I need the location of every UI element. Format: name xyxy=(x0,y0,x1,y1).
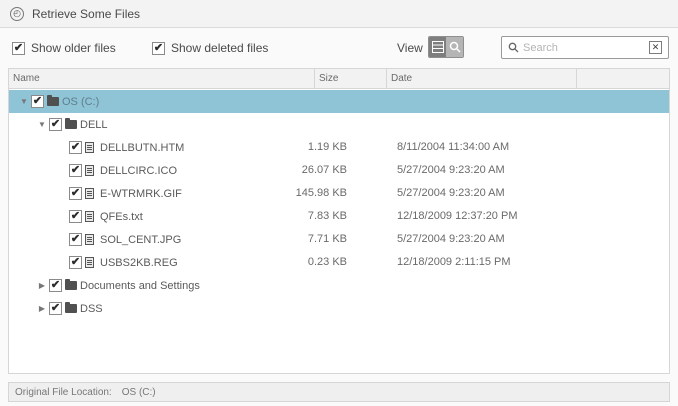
tree-row-folder[interactable]: ▼ ✔ DELL xyxy=(9,113,669,136)
row-date: 5/27/2004 9:23:20 AM xyxy=(397,233,505,245)
expand-toggle-icon[interactable]: ▶ xyxy=(37,304,47,313)
retrieve-files-window: ◴ Retrieve Some Files ✔ Show older files… xyxy=(0,0,678,406)
list-view-icon xyxy=(431,41,444,53)
column-header-empty xyxy=(577,69,669,88)
row-checkbox[interactable]: ✔ xyxy=(69,141,82,154)
file-icon xyxy=(85,165,94,176)
toolbar: ✔ Show older files ✔ Show deleted files … xyxy=(0,28,678,68)
show-older-files-checkbox[interactable]: ✔ xyxy=(12,41,25,55)
search-icon xyxy=(508,42,519,53)
row-checkbox[interactable]: ✔ xyxy=(69,187,82,200)
tree-row-file[interactable]: ✔ DELLCIRC.ICO 26.07 KB 5/27/2004 9:23:2… xyxy=(9,159,669,182)
view-label: View xyxy=(397,41,423,55)
file-icon xyxy=(85,142,94,153)
row-name: E-WTRMRK.GIF xyxy=(100,187,182,200)
row-name: DELLCIRC.ICO xyxy=(100,164,178,177)
tree-row-os-drive[interactable]: ▼ ✔ OS (C:) xyxy=(9,90,669,113)
show-deleted-files-checkbox[interactable]: ✔ xyxy=(152,41,165,55)
tree-row-file[interactable]: ✔ USBS2KB.REG 0.23 KB 12/18/2009 2:11:15… xyxy=(9,251,669,274)
row-size: 145.98 KB xyxy=(295,187,347,199)
file-tree-table: Name Size Date ▼ ✔ OS (C:) ▼ ✔ DELL ✔ DE… xyxy=(8,68,670,374)
tree-row-file[interactable]: ✔ E-WTRMRK.GIF 145.98 KB 5/27/2004 9:23:… xyxy=(9,182,669,205)
row-checkbox[interactable]: ✔ xyxy=(49,118,62,131)
row-name: OS (C:) xyxy=(62,95,100,108)
expand-toggle-icon[interactable]: ▼ xyxy=(19,97,29,106)
row-name: QFEs.txt xyxy=(100,210,143,223)
show-deleted-files-option[interactable]: ✔ Show deleted files xyxy=(152,39,268,57)
status-bar: Original File Location: OS (C:) xyxy=(8,382,670,402)
original-location-label: Original File Location: xyxy=(15,386,112,398)
search-box[interactable]: ✕ xyxy=(501,36,669,59)
folder-icon xyxy=(65,118,77,129)
row-checkbox[interactable]: ✔ xyxy=(69,164,82,177)
row-checkbox[interactable]: ✔ xyxy=(31,95,44,108)
row-date: 8/11/2004 11:34:00 AM xyxy=(397,141,510,153)
tree-row-file[interactable]: ✔ DELLBUTN.HTM 1.19 KB 8/11/2004 11:34:0… xyxy=(9,136,669,159)
list-view-button[interactable] xyxy=(429,37,446,57)
file-icon xyxy=(85,211,94,222)
row-size: 1.19 KB xyxy=(307,141,347,153)
row-checkbox[interactable]: ✔ xyxy=(69,210,82,223)
row-checkbox[interactable]: ✔ xyxy=(69,256,82,269)
file-icon xyxy=(85,257,94,268)
expand-toggle-icon[interactable]: ▼ xyxy=(37,120,47,129)
column-header-size[interactable]: Size xyxy=(315,69,387,88)
folder-icon xyxy=(47,95,59,106)
row-date: 5/27/2004 9:23:20 AM xyxy=(397,164,505,176)
file-icon xyxy=(85,188,94,199)
expand-toggle-icon[interactable]: ▶ xyxy=(37,281,47,290)
row-name: DELL xyxy=(80,118,108,131)
tree-row-file[interactable]: ✔ SOL_CENT.JPG 7.71 KB 5/27/2004 9:23:20… xyxy=(9,228,669,251)
title-bar: ◴ Retrieve Some Files xyxy=(0,0,678,28)
tree-row-folder[interactable]: ▶ ✔ Documents and Settings xyxy=(9,274,669,297)
row-name: Documents and Settings xyxy=(80,279,200,292)
row-size: 26.07 KB xyxy=(301,164,347,176)
original-location-value: OS (C:) xyxy=(121,386,156,398)
row-name: SOL_CENT.JPG xyxy=(100,233,182,246)
row-checkbox[interactable]: ✔ xyxy=(49,302,62,315)
column-header-name[interactable]: Name xyxy=(9,69,315,88)
row-size: 0.23 KB xyxy=(307,256,347,268)
row-checkbox[interactable]: ✔ xyxy=(69,233,82,246)
show-older-files-label: Show older files xyxy=(31,41,116,55)
row-name: DSS xyxy=(80,302,103,315)
show-deleted-files-label: Show deleted files xyxy=(171,41,269,55)
column-header-date[interactable]: Date xyxy=(387,69,577,88)
row-date: 12/18/2009 2:11:15 PM xyxy=(397,256,511,268)
window-title: Retrieve Some Files xyxy=(32,6,141,21)
row-name: USBS2KB.REG xyxy=(100,256,178,269)
row-size: 7.71 KB xyxy=(307,233,347,245)
search-view-button[interactable] xyxy=(446,37,463,57)
row-name: DELLBUTN.HTM xyxy=(100,141,185,154)
search-view-icon xyxy=(449,41,461,53)
table-body: ▼ ✔ OS (C:) ▼ ✔ DELL ✔ DELLBUTN.HTM 1.19… xyxy=(9,90,669,320)
row-size: 7.83 KB xyxy=(307,210,347,222)
table-header: Name Size Date xyxy=(9,69,669,89)
view-mode-toggle xyxy=(428,36,464,58)
clock-icon: ◴ xyxy=(10,6,24,21)
tree-row-folder[interactable]: ▶ ✔ DSS xyxy=(9,297,669,320)
folder-icon xyxy=(65,279,77,290)
row-date: 12/18/2009 12:37:20 PM xyxy=(397,210,518,222)
clear-search-icon[interactable]: ✕ xyxy=(649,41,662,54)
search-input[interactable] xyxy=(523,38,641,57)
folder-icon xyxy=(65,302,77,313)
show-older-files-option[interactable]: ✔ Show older files xyxy=(12,39,116,57)
row-checkbox[interactable]: ✔ xyxy=(49,279,62,292)
tree-row-file[interactable]: ✔ QFEs.txt 7.83 KB 12/18/2009 12:37:20 P… xyxy=(9,205,669,228)
file-icon xyxy=(85,234,94,245)
row-date: 5/27/2004 9:23:20 AM xyxy=(397,187,505,199)
